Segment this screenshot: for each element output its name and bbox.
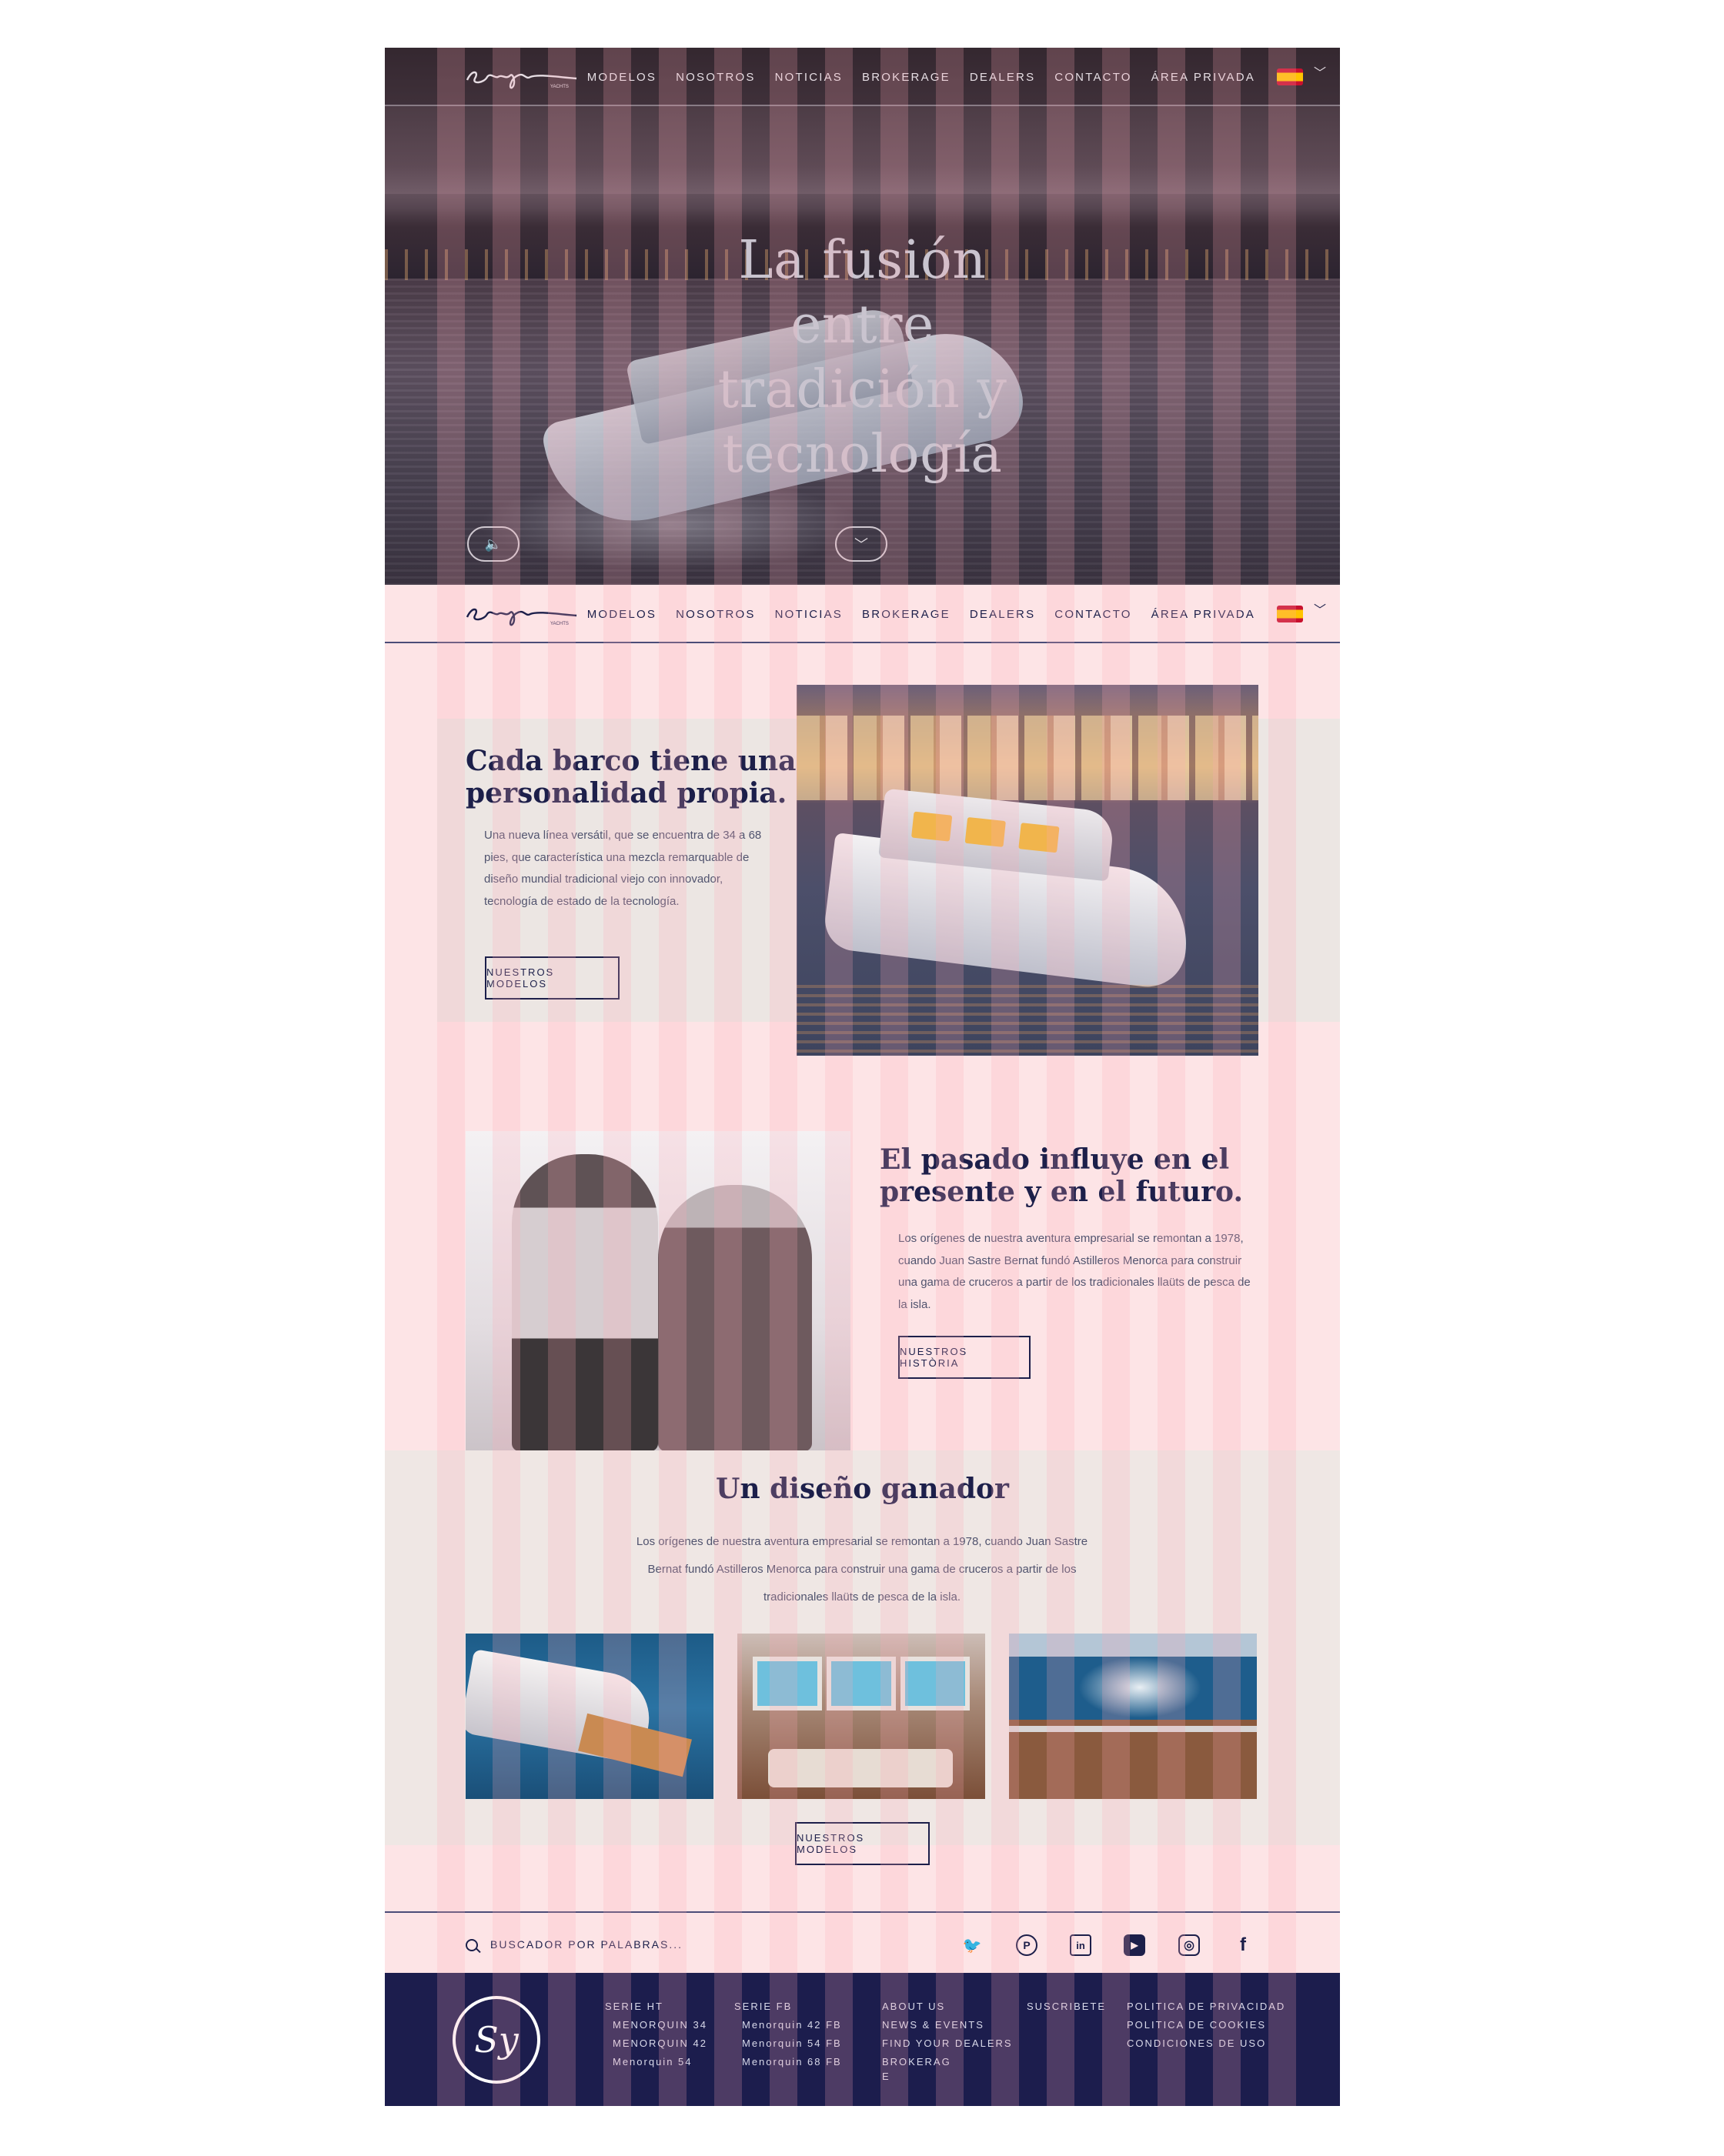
hero-title: La fusión entre tradición y tecnología bbox=[717, 230, 1007, 485]
footer-logo[interactable]: Sy bbox=[453, 1996, 540, 2084]
footer-link[interactable]: NEWS & EVENTS bbox=[882, 2016, 1013, 2034]
sasga-logo[interactable]: YACHTS bbox=[464, 599, 580, 629]
models-button[interactable]: NUESTROS MODELOS bbox=[485, 956, 620, 1000]
search-input[interactable] bbox=[490, 1933, 721, 1956]
gallery-image-interior[interactable] bbox=[737, 1634, 985, 1799]
footer-link[interactable]: Menorquin 54 bbox=[605, 2053, 707, 2071]
footer-link[interactable]: ABOUT US bbox=[882, 1997, 1013, 2016]
nav-item-brokerage[interactable]: BROKERAGE bbox=[862, 608, 951, 621]
footer-link[interactable]: CONDICIONES DE USO bbox=[1127, 2034, 1285, 2053]
facebook-icon[interactable]: f bbox=[1232, 1934, 1254, 1956]
gallery-image-deck[interactable] bbox=[1009, 1634, 1257, 1799]
nav-item-contacto[interactable]: CONTACTO bbox=[1054, 71, 1131, 84]
sound-toggle-button[interactable]: 🔈 bbox=[467, 526, 520, 562]
svg-text:YACHTS: YACHTS bbox=[550, 622, 569, 626]
footer-link[interactable]: E bbox=[882, 2071, 1013, 2082]
sasga-logo[interactable]: YACHTS bbox=[464, 62, 580, 92]
founders-photo bbox=[466, 1131, 850, 1451]
chevron-down-icon: ﹀ bbox=[854, 537, 868, 552]
design-title: Un diseño ganador bbox=[716, 1473, 1009, 1505]
history-title: El pasado influye en el presente y en el… bbox=[880, 1143, 1243, 1208]
nav-item-noticias[interactable]: NOTICIAS bbox=[775, 608, 843, 621]
pinterest-icon[interactable]: P bbox=[1016, 1934, 1037, 1956]
footer-link[interactable]: FIND YOUR DEALERS bbox=[882, 2034, 1013, 2053]
personality-text: Una nueva línea versátil, que se encuent… bbox=[484, 829, 762, 908]
speaker-icon: 🔈 bbox=[484, 536, 503, 552]
youtube-icon[interactable]: ▶ bbox=[1124, 1934, 1145, 1956]
footer-link[interactable]: Menorquin 42 FB bbox=[734, 2016, 842, 2034]
water-reflection bbox=[797, 985, 1258, 1056]
main-menu: MODELOS NOSOTROS NOTICIAS BROKERAGE DEAL… bbox=[587, 585, 1255, 643]
nav-item-area-privada[interactable]: ÁREA PRIVADA bbox=[1151, 608, 1255, 621]
nav-item-nosotros[interactable]: NOSOTROS bbox=[676, 71, 755, 84]
history-button[interactable]: NUESTROS HISTÒRIA bbox=[898, 1336, 1031, 1379]
footer-link[interactable]: MENORQUIN 34 bbox=[605, 2016, 707, 2034]
nav-item-brokerage[interactable]: BROKERAGE bbox=[862, 71, 951, 84]
search-social-bar: 🐦 P in ▶ ◎ f bbox=[385, 1911, 1340, 1973]
design-text: Los orígenes de nuestra aventura empresa… bbox=[636, 1535, 1088, 1604]
boat-harbour-image bbox=[797, 685, 1258, 1056]
models-button-2[interactable]: NUESTROS MODELOS bbox=[795, 1822, 930, 1865]
footer-col-subscribe: SUSCRIBETE bbox=[1027, 1997, 1106, 2016]
search-icon bbox=[466, 1939, 478, 1951]
footer-col-legal: POLITICA DE PRIVACIDAD POLITICA DE COOKI… bbox=[1127, 1997, 1285, 2053]
language-chevron-icon[interactable]: ﹀ bbox=[1312, 66, 1328, 82]
nav-item-contacto[interactable]: CONTACTO bbox=[1054, 608, 1131, 621]
es-flag-icon[interactable] bbox=[1277, 606, 1303, 622]
site-footer: Sy SERIE HT MENORQUIN 34 MENORQUIN 42 Me… bbox=[385, 1973, 1340, 2106]
harbour-town bbox=[797, 716, 1258, 800]
personality-title: Cada barco tiene una personalidad propia… bbox=[466, 745, 797, 809]
nav-item-modelos[interactable]: MODELOS bbox=[587, 608, 657, 621]
es-flag-icon[interactable] bbox=[1277, 68, 1303, 85]
linkedin-icon[interactable]: in bbox=[1070, 1934, 1091, 1956]
footer-link[interactable]: MENORQUIN 42 bbox=[605, 2034, 707, 2053]
nav-item-noticias[interactable]: NOTICIAS bbox=[775, 71, 843, 84]
footer-col-serie-ht: SERIE HT MENORQUIN 34 MENORQUIN 42 Menor… bbox=[605, 1997, 707, 2071]
footer-link[interactable]: Menorquin 54 FB bbox=[734, 2034, 842, 2053]
footer-col-about: ABOUT US NEWS & EVENTS FIND YOUR DEALERS… bbox=[882, 1997, 1013, 2082]
footer-link[interactable]: POLITICA DE COOKIES bbox=[1127, 2016, 1285, 2034]
hero-section: La fusión entre tradición y tecnología 🔈… bbox=[385, 48, 1340, 585]
nav-item-dealers[interactable]: DEALERS bbox=[970, 71, 1035, 84]
subscribe-link[interactable]: SUSCRIBETE bbox=[1027, 1997, 1106, 2016]
top-nav-transparent: YACHTS MODELOS NOSOTROS NOTICIAS BROKERA… bbox=[385, 48, 1340, 106]
founder-selfie-figure bbox=[512, 1154, 658, 1451]
footer-link[interactable]: BROKERAG bbox=[882, 2053, 1013, 2071]
founder-elder-figure bbox=[658, 1185, 812, 1451]
nav-item-modelos[interactable]: MODELOS bbox=[587, 71, 657, 84]
twitter-icon[interactable]: 🐦 bbox=[961, 1934, 983, 1956]
nav-item-dealers[interactable]: DEALERS bbox=[970, 608, 1035, 621]
scroll-down-button[interactable]: ﹀ bbox=[835, 526, 887, 562]
footer-col-serie-fb: SERIE FB Menorquin 42 FB Menorquin 54 FB… bbox=[734, 1997, 842, 2071]
svg-text:YACHTS: YACHTS bbox=[550, 85, 569, 89]
footer-heading: SERIE HT bbox=[605, 2001, 663, 2012]
page-frame: La fusión entre tradición y tecnología 🔈… bbox=[385, 48, 1340, 2106]
main-menu: MODELOS NOSOTROS NOTICIAS BROKERAGE DEAL… bbox=[587, 48, 1255, 106]
footer-heading: SERIE FB bbox=[734, 2001, 793, 2012]
footer-link[interactable]: POLITICA DE PRIVACIDAD bbox=[1127, 1997, 1285, 2016]
nav-item-area-privada[interactable]: ÁREA PRIVADA bbox=[1151, 71, 1255, 84]
history-text: Los orígenes de nuestra aventura empresa… bbox=[898, 1232, 1251, 1311]
language-chevron-icon[interactable]: ﹀ bbox=[1312, 603, 1328, 619]
instagram-icon[interactable]: ◎ bbox=[1178, 1934, 1200, 1956]
top-nav-sticky: YACHTS MODELOS NOSOTROS NOTICIAS BROKERA… bbox=[385, 585, 1340, 643]
gallery-image-exterior[interactable] bbox=[466, 1634, 713, 1799]
nav-item-nosotros[interactable]: NOSOTROS bbox=[676, 608, 755, 621]
footer-link[interactable]: Menorquin 68 FB bbox=[734, 2053, 842, 2071]
